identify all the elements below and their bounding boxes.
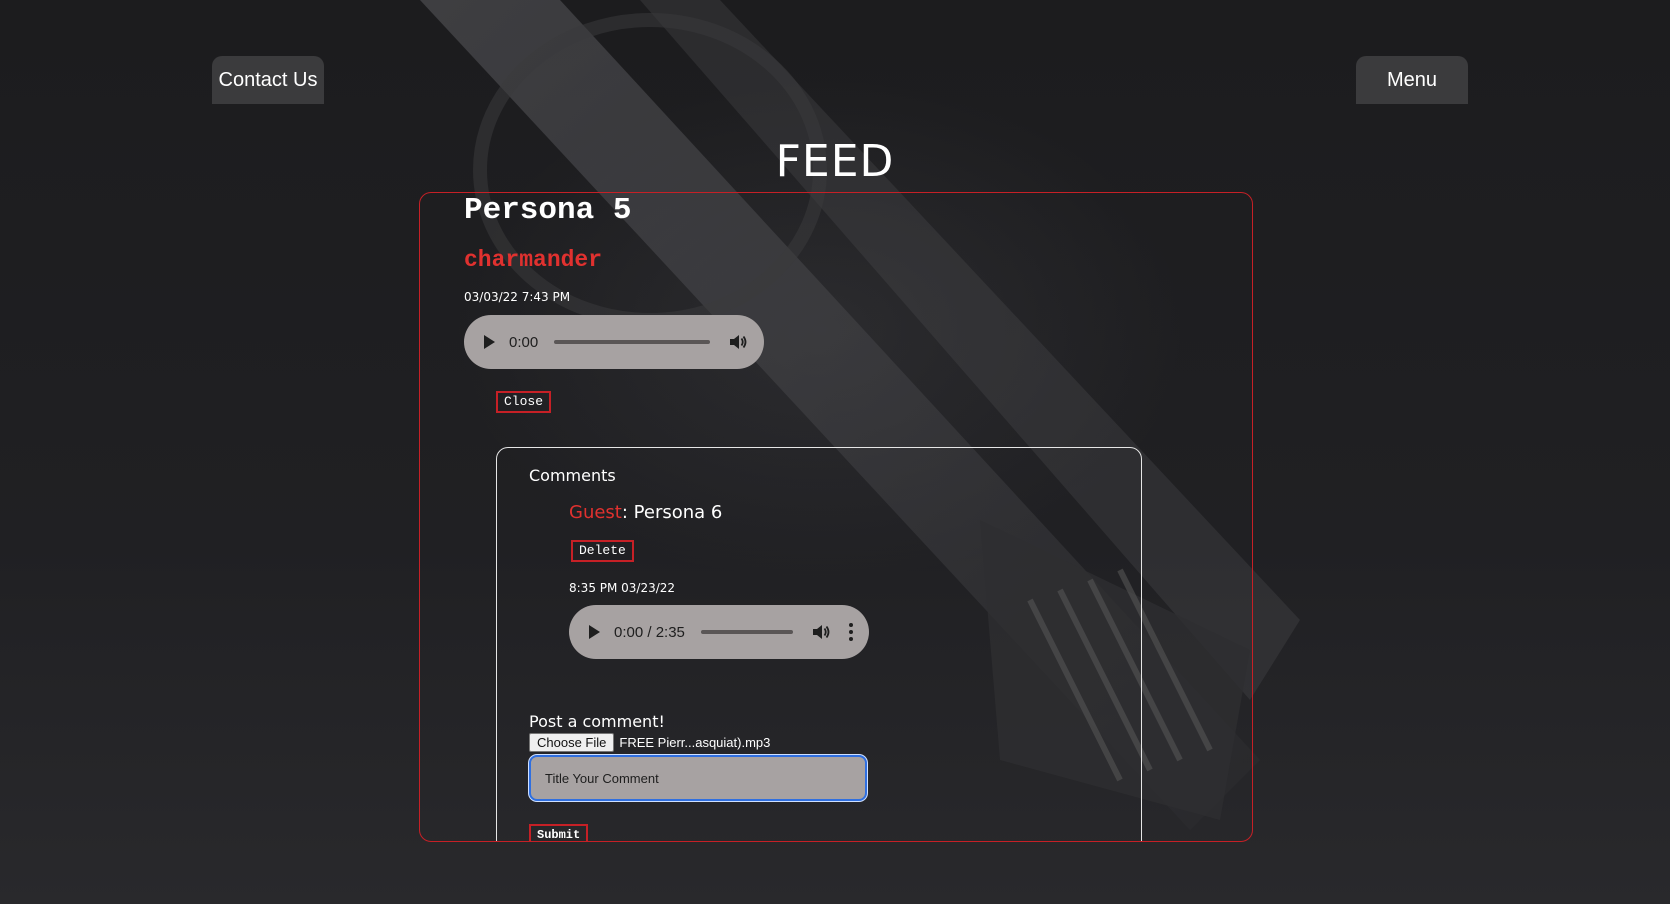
menu-button[interactable]: Menu	[1356, 56, 1468, 104]
contact-us-button[interactable]: Contact Us	[212, 56, 324, 104]
comment-audio-player[interactable]: 0:00 / 2:35	[569, 605, 869, 659]
page-title: FEED	[775, 136, 895, 187]
menu-label: Menu	[1386, 68, 1438, 91]
play-icon[interactable]	[484, 335, 495, 349]
choose-file-button[interactable]: Choose File	[529, 733, 615, 752]
contact-us-label: Contact Us	[218, 68, 318, 91]
app-root: Contact Us Menu FEED Persona 5 charmande…	[0, 0, 1670, 904]
audio-time: 0:00 / 2:35	[614, 623, 685, 641]
post-audio-player[interactable]: 0:00	[464, 315, 764, 369]
close-comments-button[interactable]: Close	[496, 391, 552, 413]
play-icon[interactable]	[589, 625, 600, 639]
post-author[interactable]: charmander	[464, 247, 602, 273]
post-comment-label: Post a comment!	[529, 712, 665, 731]
delete-comment-button[interactable]: Delete	[571, 540, 634, 562]
comment-date: 8:35 PM 03/23/22	[569, 581, 676, 595]
comments-heading: Comments	[529, 466, 616, 485]
post-title: Persona 5	[464, 193, 632, 228]
volume-icon[interactable]	[728, 332, 748, 352]
audio-progress-bar[interactable]	[554, 340, 710, 344]
submit-comment-button[interactable]: Submit	[529, 824, 589, 841]
audio-progress-bar[interactable]	[700, 630, 793, 634]
comments-panel: Comments Guest: Persona 6 Delete 8:35 PM…	[496, 447, 1142, 841]
comment-username[interactable]: Guest	[569, 502, 622, 523]
volume-icon[interactable]	[811, 622, 831, 642]
file-upload-row: Choose File FREE Pierr...asquiat).mp3	[529, 733, 770, 752]
more-options-icon[interactable]	[849, 623, 853, 641]
comment-title: Persona 6	[633, 502, 723, 523]
post-date: 03/03/22 7:43 PM	[464, 290, 571, 304]
post-card: Persona 5 charmander 03/03/22 7:43 PM 0:…	[419, 192, 1253, 842]
selected-file-name: FREE Pierr...asquiat).mp3	[619, 735, 771, 750]
comment-title-input[interactable]	[529, 755, 867, 801]
audio-time: 0:00	[509, 333, 539, 351]
comment-header: Guest: Persona 6	[569, 502, 722, 523]
comment-separator: :	[621, 502, 634, 523]
